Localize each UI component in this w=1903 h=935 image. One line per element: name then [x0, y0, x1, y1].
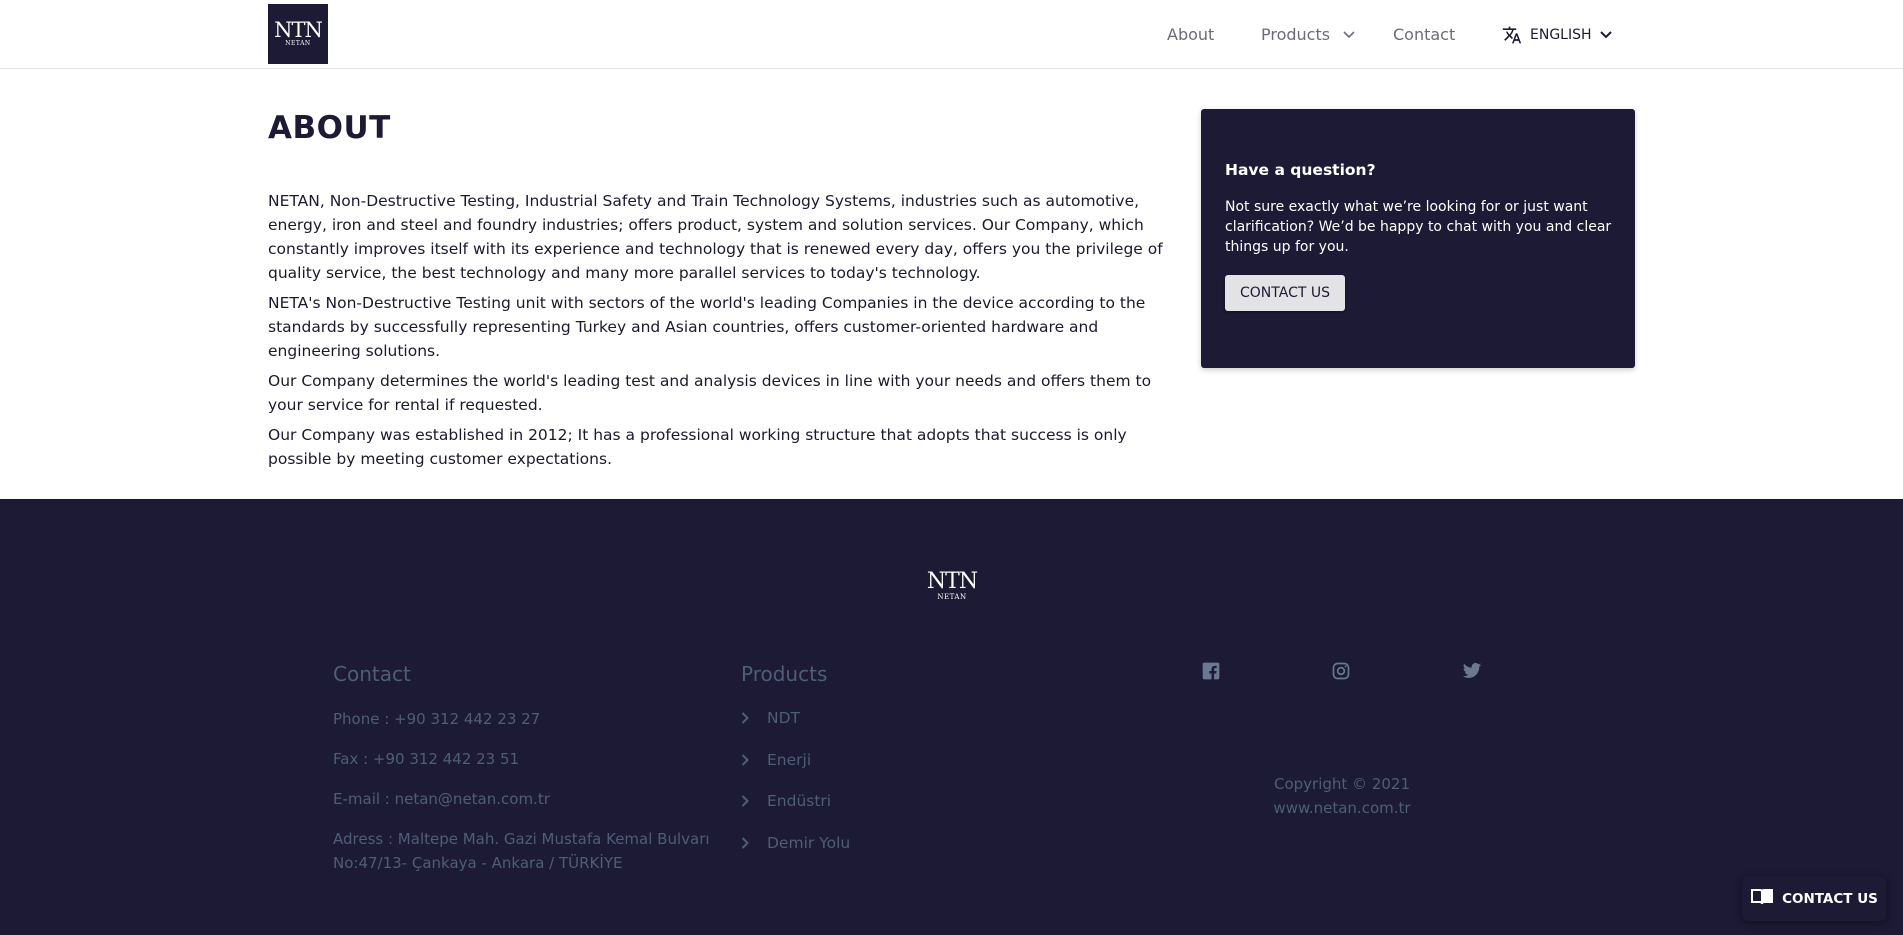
question-description: Not sure exactly what we’re looking for … — [1225, 199, 1612, 255]
facebook-icon[interactable] — [1201, 661, 1223, 683]
top-navbar: NTN NETAN About Products Contact ENGLISH — [0, 0, 1903, 69]
chevron-right-icon — [741, 795, 749, 807]
footer-product-item[interactable]: Demir Yolu — [741, 834, 850, 852]
logo-text: NTN — [274, 18, 323, 42]
chevron-down-icon[interactable] — [1343, 0, 1355, 69]
floating-contact-label: CONTACT US — [1782, 890, 1878, 907]
website-link[interactable]: www.netan.com.tr — [1248, 796, 1436, 820]
footer-address-line2: No:47/13- Çankaya - Ankara / TÜRKİYE — [333, 854, 623, 872]
language-selector[interactable]: ENGLISH — [1502, 0, 1612, 69]
footer-logo[interactable]: NTN NETAN — [924, 571, 980, 602]
question-card: Have a question? Not sure exactly what w… — [1201, 109, 1635, 368]
language-label: ENGLISH — [1530, 26, 1592, 43]
copyright-text: Copyright © 2021 — [1273, 775, 1410, 793]
footer-phone: Phone : +90 312 442 23 27 — [333, 710, 541, 728]
chevron-right-icon — [741, 837, 749, 849]
nav-about-link[interactable]: About — [1167, 0, 1214, 69]
footer — [0, 499, 1903, 935]
footer-copyright: Copyright © 2021 www.netan.com.tr — [1248, 772, 1436, 820]
chevron-right-icon — [741, 754, 749, 766]
nav-products-link[interactable]: Products — [1261, 0, 1330, 69]
chevron-down-icon — [1599, 30, 1612, 39]
about-paragraph: Our Company determines the world's leadi… — [268, 372, 1152, 414]
contact-us-button[interactable]: CONTACT US — [1225, 275, 1345, 311]
translate-icon — [1502, 25, 1522, 45]
footer-email[interactable]: E-mail : netan@netan.com.tr — [333, 787, 550, 811]
twitter-icon[interactable] — [1461, 661, 1483, 683]
footer-product-item[interactable]: NDT — [741, 709, 800, 727]
footer-product-label: Demir Yolu — [767, 834, 851, 852]
footer-product-label: Enerji — [767, 751, 812, 769]
footer-product-label: Endüstri — [767, 792, 832, 810]
logo-subtext: NETAN — [285, 40, 311, 47]
page-title: ABOUT — [268, 110, 391, 146]
about-paragraph: NETA's Non-Destructive Testing unit with… — [268, 294, 1146, 360]
footer-logo-text: NTN — [926, 569, 978, 594]
chevron-right-icon — [741, 712, 749, 724]
footer-address-line1: Adress : Maltepe Mah. Gazi Mustafa Kemal… — [333, 830, 710, 848]
footer-contact-heading: Contact — [333, 662, 411, 686]
instagram-icon[interactable] — [1331, 661, 1353, 683]
footer-product-label: NDT — [767, 709, 800, 727]
floating-contact-button[interactable]: CONTACT US — [1742, 876, 1886, 921]
book-icon — [1750, 888, 1774, 910]
about-content: NETAN, Non-Destructive Testing, Industri… — [268, 189, 1174, 477]
footer-product-item[interactable]: Endüstri — [741, 792, 831, 810]
footer-products-heading: Products — [741, 662, 828, 686]
footer-logo-subtext: NETAN — [937, 593, 967, 601]
about-paragraph: Our Company was established in 2012; It … — [268, 426, 1127, 468]
site-logo[interactable]: NTN NETAN — [268, 4, 328, 64]
footer-fax: Fax : +90 312 442 23 51 — [333, 750, 520, 768]
about-paragraph: NETAN, Non-Destructive Testing, Industri… — [268, 192, 1163, 282]
nav-contact-link[interactable]: Contact — [1393, 0, 1455, 69]
footer-product-item[interactable]: Enerji — [741, 751, 811, 769]
question-title: Have a question? — [1225, 161, 1376, 179]
